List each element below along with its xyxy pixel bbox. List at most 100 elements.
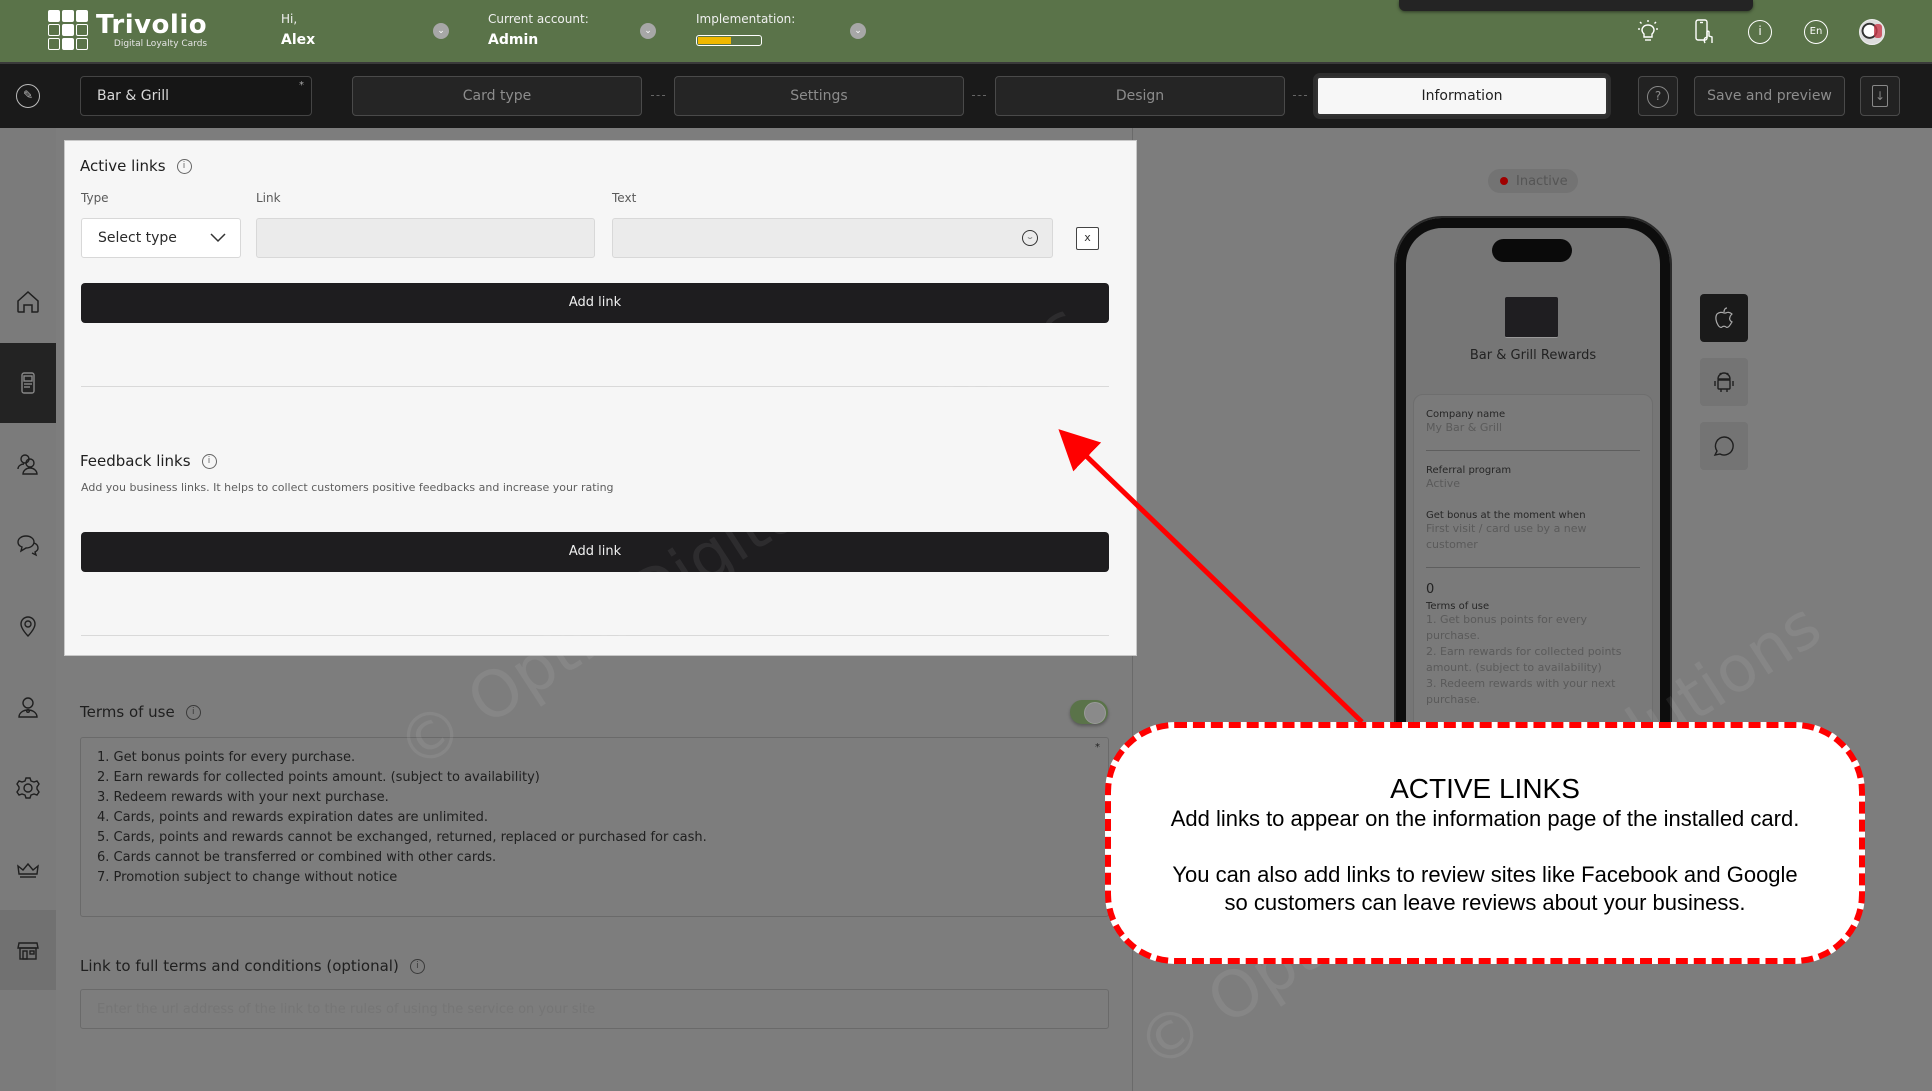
top-bar: Trivolio Digital Loyalty Cards Hi, Alex …: [0, 0, 1932, 64]
remove-link-button[interactable]: x: [1076, 227, 1099, 250]
edit-pencil-icon[interactable]: ✎: [16, 84, 40, 108]
preview-android-button[interactable]: [1700, 358, 1748, 406]
type-label: Type: [81, 191, 109, 205]
chat-bubble-icon: [1713, 436, 1734, 456]
account-info: Current account: Admin: [488, 12, 589, 48]
lightbulb-icon[interactable]: [1634, 18, 1662, 46]
feedback-links-helper: Add you business links. It helps to coll…: [81, 481, 614, 494]
preview-apple-button[interactable]: [1700, 294, 1748, 342]
step-card-type[interactable]: Card type: [352, 76, 642, 116]
save-and-preview-button[interactable]: Save and preview: [1694, 76, 1845, 116]
implementation-progress-bar: [696, 35, 762, 46]
required-mark: *: [1095, 742, 1100, 753]
terms-line: 1. Get bonus points for every purchase.: [97, 750, 356, 765]
avatar-image: [1859, 19, 1885, 45]
terms-of-use-textarea[interactable]: * 1. Get bonus points for every purchase…: [80, 737, 1109, 917]
android-icon: [1714, 372, 1734, 392]
link-label: Link: [256, 191, 281, 205]
link-type-select[interactable]: Select type: [81, 218, 241, 258]
sidebar-item-locations[interactable]: [0, 586, 56, 666]
sidebar-item-store[interactable]: [0, 910, 56, 990]
active-links-heading: Active links i: [80, 157, 192, 175]
home-icon: [17, 290, 39, 313]
add-active-link-button[interactable]: Add link: [81, 283, 1109, 323]
sidebar-item-subscription[interactable]: [0, 829, 56, 909]
sidebar-item-cards[interactable]: [0, 343, 56, 423]
terms-of-use-heading: Terms of use i: [80, 703, 201, 721]
info-icon[interactable]: i: [409, 958, 425, 974]
add-feedback-link-button[interactable]: Add link: [81, 532, 1109, 572]
sidebar-item-messages[interactable]: [0, 505, 56, 585]
active-links-title: Active links: [80, 157, 166, 175]
callout-line: so customers can leave reviews about you…: [1224, 890, 1746, 915]
card-name-value: Bar & Grill: [97, 88, 170, 104]
links-panel: Active links i Type Link Text Select typ…: [64, 140, 1137, 656]
users-icon: [17, 454, 38, 475]
terms-line: 7. Promotion subject to change without n…: [97, 870, 398, 885]
download-file-icon: ↓: [1872, 85, 1888, 107]
callout-line: You can also add links to review sites l…: [1172, 862, 1798, 887]
sidebar-item-home[interactable]: [0, 262, 56, 342]
location-pin-icon: [20, 616, 36, 637]
step-separator: [651, 95, 665, 96]
terms-line: 4. Cards, points and rewards expiration …: [97, 810, 489, 825]
section-divider: [81, 386, 1109, 387]
logo-name: Trivolio: [96, 9, 208, 40]
sidebar-item-settings[interactable]: [0, 748, 56, 828]
link-type-placeholder: Select type: [98, 230, 177, 246]
step-information[interactable]: Information: [1316, 76, 1608, 116]
chat-bubbles-icon: [17, 535, 39, 557]
implementation-info: Implementation:: [696, 12, 795, 46]
info-icon[interactable]: i: [1746, 18, 1774, 46]
step-separator: [972, 95, 986, 96]
user-menu-chevron-icon[interactable]: ⌄: [433, 23, 449, 39]
avatar[interactable]: [1858, 18, 1886, 46]
implementation-chevron-icon[interactable]: ⌄: [850, 23, 866, 39]
help-button[interactable]: ?: [1638, 76, 1678, 116]
download-button[interactable]: ↓: [1860, 76, 1900, 116]
status-dot: [1500, 177, 1508, 185]
step-settings[interactable]: Settings: [674, 76, 964, 116]
card-status-badge: Inactive: [1488, 169, 1578, 193]
user-icon: [18, 697, 38, 718]
feedback-links-title: Feedback links: [80, 452, 191, 470]
link-url-input[interactable]: [256, 218, 595, 258]
phone-frame: [1394, 216, 1672, 726]
apple-icon: [1715, 307, 1734, 328]
user-greeting: Hi, Alex: [281, 12, 315, 48]
terms-link-title: Link to full terms and conditions (optio…: [80, 957, 399, 975]
implementation-progress-fill: [698, 37, 732, 44]
sidebar: [0, 128, 56, 1091]
info-icon[interactable]: i: [201, 453, 217, 469]
language-icon[interactable]: En: [1802, 18, 1830, 46]
logo[interactable]: Trivolio Digital Loyalty Cards: [48, 10, 207, 50]
terms-link-input[interactable]: [80, 989, 1109, 1029]
info-icon[interactable]: i: [176, 158, 192, 174]
gear-icon: [16, 777, 40, 799]
sidebar-item-managers[interactable]: [0, 667, 56, 747]
feedback-links-heading: Feedback links i: [80, 452, 217, 470]
account-menu-chevron-icon[interactable]: ⌄: [640, 23, 656, 39]
info-icon[interactable]: i: [185, 704, 201, 720]
preview-message-button[interactable]: [1700, 422, 1748, 470]
editor-nav-bar: ✎ Bar & Grill * Card type Settings Desig…: [0, 64, 1932, 128]
card-name-field[interactable]: Bar & Grill *: [80, 76, 312, 116]
step-separator: [1293, 95, 1307, 96]
sidebar-item-customers[interactable]: [0, 424, 56, 504]
callout-line: Add links to appear on the information p…: [1170, 806, 1800, 831]
store-icon: [17, 942, 39, 960]
terms-of-use-toggle[interactable]: [1070, 700, 1108, 724]
step-design[interactable]: Design: [995, 76, 1285, 116]
link-text-input[interactable]: ⌣: [612, 218, 1053, 258]
terms-line: 2. Earn rewards for collected points amo…: [97, 770, 540, 785]
terms-line: 5. Cards, points and rewards cannot be e…: [97, 830, 707, 845]
greeting-label: Hi,: [281, 12, 298, 26]
implementation-label: Implementation:: [696, 12, 796, 26]
account-value: Admin: [488, 32, 539, 48]
phone-touch-icon[interactable]: [1690, 18, 1718, 46]
account-label: Current account:: [488, 12, 589, 26]
dropdown-panel-edge: [1399, 0, 1753, 11]
terms-line: 3. Redeem rewards with your next purchas…: [97, 790, 389, 805]
terms-link-heading: Link to full terms and conditions (optio…: [80, 957, 425, 975]
emoji-icon[interactable]: ⌣: [1022, 230, 1038, 246]
